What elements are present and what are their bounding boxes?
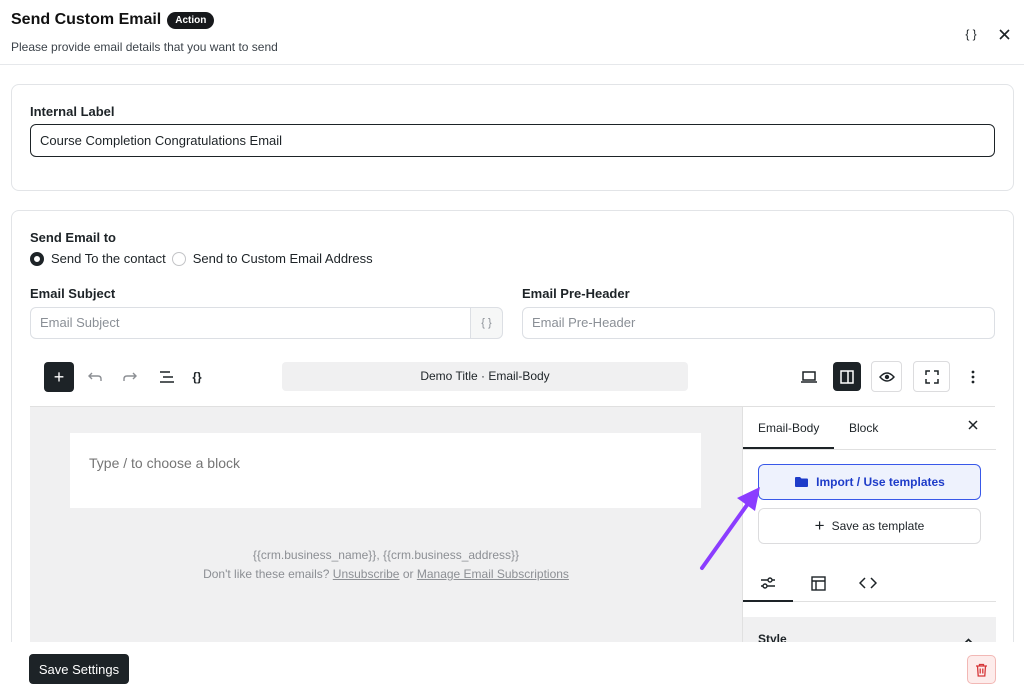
import-templates-button[interactable]: Import / Use templates	[758, 464, 981, 500]
title-row: Send Custom Email Action	[11, 11, 215, 29]
send-email-to-label: Send Email to	[30, 230, 116, 245]
footer-bar: Save Settings	[0, 642, 1024, 696]
internal-label-heading: Internal Label	[30, 104, 115, 119]
footer-unsubscribe-line: Don't like these emails? Unsubscribe or …	[30, 567, 742, 581]
editor-toolbar: + {} Demo Title · Email-Body	[30, 356, 995, 398]
redo-icon[interactable]	[115, 362, 145, 392]
undo-icon[interactable]	[80, 362, 110, 392]
editor-canvas: Type / to choose a block {{crm.business_…	[30, 406, 742, 642]
tab-email-body[interactable]: Email-Body	[758, 421, 819, 435]
radio-label-custom: Send to Custom Email Address	[192, 251, 373, 266]
subject-merge-tag-button[interactable]: { }	[470, 307, 503, 339]
radio-checked-icon[interactable]	[30, 251, 44, 266]
active-icon-tab-indicator	[743, 600, 793, 602]
radio-send-to-contact[interactable]: Send To the contact	[30, 251, 166, 266]
block-area[interactable]: Type / to choose a block	[70, 433, 701, 508]
unsubscribe-link[interactable]: Unsubscribe	[333, 567, 400, 581]
save-settings-button[interactable]: Save Settings	[29, 654, 129, 684]
save-template-button[interactable]: + Save as template	[758, 508, 981, 544]
sidebar-close-icon[interactable]	[968, 419, 978, 433]
footer-prefix: Don't like these emails?	[203, 567, 330, 581]
radio-send-to-custom[interactable]: Send to Custom Email Address	[171, 251, 373, 266]
plus-icon: +	[814, 516, 825, 535]
radio-label-contact: Send To the contact	[51, 251, 166, 266]
modal-subtitle: Please provide email details that you wa…	[11, 40, 278, 54]
action-badge: Action	[167, 11, 215, 29]
footer-or: or	[402, 567, 414, 581]
modal-title: Send Custom Email	[11, 11, 162, 28]
sidebar-toggle-icon[interactable]	[833, 362, 861, 391]
code-icon[interactable]	[843, 567, 893, 599]
email-subject-input[interactable]: Email Subject	[30, 307, 471, 339]
email-preheader-input[interactable]: Email Pre-Header	[522, 307, 995, 339]
save-template-label: Save as template	[831, 519, 925, 533]
code-braces-icon[interactable]: {}	[182, 362, 212, 392]
layout-icon[interactable]	[793, 567, 843, 599]
import-templates-label: Import / Use templates	[816, 475, 945, 489]
braces-icon[interactable]: { }	[961, 24, 981, 44]
trash-icon[interactable]	[967, 655, 996, 684]
add-block-button[interactable]: +	[44, 362, 74, 392]
preview-eye-icon[interactable]	[871, 361, 902, 392]
folder-icon	[795, 477, 809, 487]
block-placeholder: Type / to choose a block	[89, 455, 240, 471]
manage-subscriptions-link[interactable]: Manage Email Subscriptions	[417, 567, 569, 581]
modal-header: Send Custom Email Action Please provide …	[0, 0, 1024, 65]
radio-unchecked-icon[interactable]	[171, 251, 186, 266]
send-to-radio-group: Send To the contact Send to Custom Email…	[30, 251, 379, 266]
annotation-arrow	[700, 487, 760, 570]
email-preheader-label: Email Pre-Header	[522, 286, 630, 301]
document-title[interactable]: Demo Title · Email-Body	[282, 362, 688, 391]
list-view-icon[interactable]	[152, 362, 182, 392]
more-options-icon[interactable]	[958, 362, 988, 392]
close-icon[interactable]	[994, 24, 1014, 44]
email-subject-label: Email Subject	[30, 286, 116, 301]
active-tab-indicator	[743, 447, 834, 449]
fullscreen-icon[interactable]	[913, 361, 950, 392]
tab-block[interactable]: Block	[849, 421, 878, 435]
tabs-divider	[743, 449, 996, 450]
internal-label-input[interactable]: Course Completion Congratulations Email	[30, 124, 995, 157]
footer-business-line: {{crm.business_name}}, {{crm.business_ad…	[252, 548, 520, 562]
desktop-preview-icon[interactable]	[794, 362, 824, 392]
style-panel[interactable]: Style	[743, 617, 996, 646]
